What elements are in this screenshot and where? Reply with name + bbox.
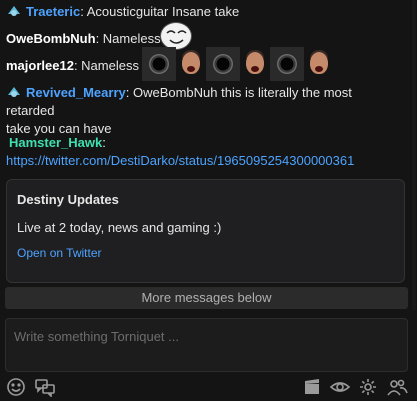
twitter-embed-card: Destiny Updates Live at 2 today, news an…	[6, 179, 405, 283]
rage-face-emote	[160, 22, 192, 50]
message-text: :	[102, 135, 106, 150]
scrollbar[interactable]	[412, 0, 416, 310]
username[interactable]: Hamster_Hawk	[9, 135, 102, 150]
emote-row	[142, 47, 334, 81]
gear-icon[interactable]	[358, 377, 378, 397]
username[interactable]: Traeteric	[26, 4, 80, 19]
message-text: : Nameless	[73, 58, 139, 73]
users-icon[interactable]	[386, 377, 408, 397]
message-text: : Nameless	[95, 31, 161, 46]
chat-input[interactable]: Write something Torniquet ...	[5, 318, 408, 372]
more-messages-button[interactable]: More messages below	[5, 287, 408, 309]
username[interactable]: OweBombNuh	[6, 31, 96, 46]
username[interactable]: Revived_Mearry	[26, 85, 126, 100]
clapperboard-icon[interactable]	[302, 377, 322, 397]
username[interactable]: majorlee12	[6, 58, 74, 73]
chat-message: Revived_Mearry: OweBombNuh this is liter…	[6, 84, 403, 138]
chat-messages: Traeteric: Acousticguitar Insane take Ow…	[0, 0, 409, 285]
lens-emote	[206, 47, 240, 81]
emoji-icon[interactable]	[6, 377, 26, 397]
flair-badge-icon	[6, 4, 22, 18]
chat-message: Traeteric: Acousticguitar Insane take	[6, 3, 403, 21]
flair-badge-icon	[6, 85, 22, 99]
chat-message: Hamster_Hawk: https://twitter.com/DestiD…	[6, 134, 403, 170]
chat-toolbar	[0, 375, 417, 401]
whispers-icon[interactable]	[34, 377, 55, 398]
open-on-twitter-link[interactable]: Open on Twitter	[17, 246, 102, 260]
face-emote	[304, 47, 334, 81]
eye-icon[interactable]	[329, 377, 351, 397]
embed-text: Live at 2 today, news and gaming :)	[17, 220, 222, 235]
embed-title: Destiny Updates	[17, 192, 119, 207]
face-emote	[176, 47, 206, 81]
message-text: : Acousticguitar Insane take	[80, 4, 240, 19]
lens-emote	[142, 47, 176, 81]
face-emote	[240, 47, 270, 81]
twitter-link[interactable]: https://twitter.com/DestiDarko/status/19…	[6, 153, 354, 168]
chat-message: OweBombNuh: Nameless	[6, 30, 403, 48]
lens-emote	[270, 47, 304, 81]
